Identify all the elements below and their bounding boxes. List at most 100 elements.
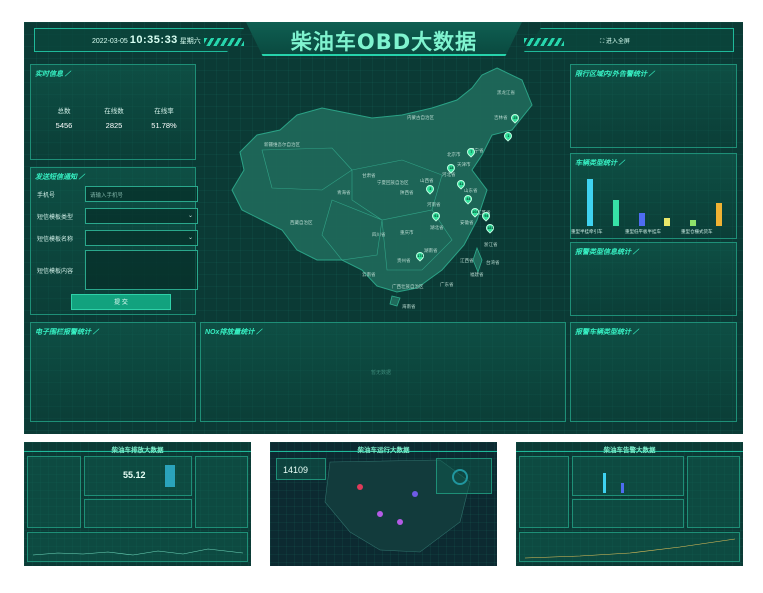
thumb-panel: 55.12 xyxy=(84,456,192,496)
chart-bar xyxy=(638,212,645,226)
panel-title: NOx排放量统计 xyxy=(205,327,261,337)
empty-state-text: 暂无数据 xyxy=(371,370,392,376)
panel-title: 报警车辆类型统计 xyxy=(575,327,638,337)
thumbnail-alarm[interactable]: 柴油车告警大数据 xyxy=(516,442,743,566)
vehicle-types-panel: 车辆类型统计 重型半挂牵引车 重型低平板半挂车 重型仓栅式货车 xyxy=(570,153,737,239)
bar-label: 重型仓栅式货车 xyxy=(681,229,713,234)
map-label: 安徽省 xyxy=(460,220,474,225)
page-title: 柴油车OBD大数据 xyxy=(290,30,478,54)
thumb-panel xyxy=(27,532,248,562)
chart-bar xyxy=(716,203,723,226)
thumb-title: 柴油车排放大数据 xyxy=(111,447,164,454)
map-label: 海南省 xyxy=(402,304,416,309)
date-text: 2022-03-05 xyxy=(92,38,128,45)
map-label: 台湾省 xyxy=(486,260,500,265)
map-label: 贵州省 xyxy=(397,258,411,263)
map-label: 河南省 xyxy=(427,202,441,207)
thumb-panel xyxy=(436,458,492,494)
thumb-line-chart xyxy=(32,548,244,556)
bar-label: 重型半挂牵引车 xyxy=(571,229,603,234)
bar-label: 重型低平板半挂车 xyxy=(625,229,661,234)
alarm-type-info-panel: 报警类型信息统计 xyxy=(570,242,737,316)
map-label: 福建省 xyxy=(470,272,484,277)
map-label: 宁夏回族自治区 xyxy=(377,180,409,185)
map-label: 广西壮族自治区 xyxy=(392,284,424,289)
map-label: 湖南省 xyxy=(424,248,438,253)
template-name-select[interactable]: ⌄ xyxy=(85,230,198,246)
fence-alarm-panel: 电子围栏报警统计 xyxy=(30,322,196,422)
nox-emission-panel: NOx排放量统计 暂无数据 xyxy=(200,322,566,422)
chart-bar xyxy=(586,178,593,226)
map-label: 浙江省 xyxy=(484,242,498,247)
map-label: 云南省 xyxy=(362,272,376,277)
stat-label: 在线数 xyxy=(104,108,124,115)
thumb-panel: 14109 xyxy=(276,458,326,480)
vehicle-bar-chart xyxy=(577,174,732,226)
map-label: 北京市 xyxy=(447,152,461,157)
map-label: 重庆市 xyxy=(400,230,414,235)
chart-bar xyxy=(690,220,697,226)
fullscreen-label: 进入全屏 xyxy=(605,39,630,45)
map-shape xyxy=(231,67,533,307)
thumbnail-operation[interactable]: 柴油车运行大数据 14109 xyxy=(270,442,497,566)
stat-label: 在线率 xyxy=(154,108,174,115)
header-bar: 柴油车OBD大数据 2022-03-05 10:35:33 星期六 ⛶ 进入全屏 xyxy=(24,22,743,58)
map-label: 吉林省 xyxy=(494,115,508,120)
thumb-value: 14109 xyxy=(283,465,309,475)
template-content-textarea[interactable] xyxy=(85,250,198,290)
weekday-text: 星期六 xyxy=(179,38,201,45)
map-label: 河北省 xyxy=(442,172,456,177)
template-name-label: 短信模板名称 xyxy=(37,237,74,243)
map-label: 甘肃省 xyxy=(362,173,376,178)
chevron-down-icon: ⌄ xyxy=(187,235,193,241)
map-label: 江西省 xyxy=(460,258,474,263)
thumb-value: 55.12 xyxy=(123,470,146,480)
panel-title: 车辆类型统计 xyxy=(575,158,624,168)
template-type-select[interactable]: ⌄ xyxy=(85,208,198,224)
realtime-panel: 实时信息 总数 5456 在线数 2825 在线率 51.78% xyxy=(30,64,196,160)
thumbnail-emission[interactable]: 柴油车排放大数据 55.12 xyxy=(24,442,251,566)
china-map: 黑龙江省 吉林省 辽宁省 内蒙古自治区 北京市 天津市 河北省 山西省 新疆维吾… xyxy=(202,60,566,316)
time-text: 10:35:33 xyxy=(129,34,178,46)
panel-title: 发送短信通知 xyxy=(35,172,84,182)
sms-panel: 发送短信通知 手机号 请输入手机号 短信模板类型 ⌄ 短信模板名称 ⌄ 短信模板… xyxy=(30,167,198,315)
map-label: 新疆维吾尔自治区 xyxy=(264,142,300,147)
map-label: 内蒙古自治区 xyxy=(407,115,434,120)
thumb-panel xyxy=(27,456,81,528)
bottle-icon xyxy=(165,465,175,487)
stat-value: 51.78% xyxy=(151,121,177,130)
thumb-panel xyxy=(572,456,684,496)
thumb-title: 柴油车告警大数据 xyxy=(603,447,656,454)
map-label: 青海省 xyxy=(337,190,351,195)
map-label: 四川省 xyxy=(372,232,386,237)
thumb-panel xyxy=(195,456,248,528)
map-label: 天津市 xyxy=(457,162,471,167)
dashboard-main: 柴油车OBD大数据 2022-03-05 10:35:33 星期六 ⛶ 进入全屏… xyxy=(24,22,743,434)
panel-title: 电子围栏报警统计 xyxy=(35,327,98,337)
thumb-panel xyxy=(519,532,740,562)
template-content-label: 短信模板内容 xyxy=(37,269,74,275)
stat-value: 5456 xyxy=(55,121,73,130)
stat-label: 总数 xyxy=(57,108,71,115)
thumb-bar xyxy=(603,473,606,493)
map-label: 西藏自治区 xyxy=(290,220,313,225)
map-label: 黑龙江省 xyxy=(497,90,515,95)
map-label: 山东省 xyxy=(464,188,478,193)
thumb-panel xyxy=(687,456,740,528)
header-decor-stripes xyxy=(204,38,244,46)
fullscreen-button[interactable]: ⛶ 进入全屏 xyxy=(600,36,630,46)
chevron-down-icon: ⌄ xyxy=(187,213,193,219)
header-decor-stripes xyxy=(524,38,564,46)
phone-label: 手机号 xyxy=(37,193,56,199)
submit-button[interactable]: 提 交 xyxy=(71,294,171,310)
map-label: 山西省 xyxy=(420,178,434,183)
map-label: 湖北省 xyxy=(430,225,444,230)
thumb-panel xyxy=(84,499,192,528)
panel-title: 限行区域内/外告警统计 xyxy=(575,69,654,79)
panel-title: 报警类型信息统计 xyxy=(575,247,638,257)
datetime-display: 2022-03-05 10:35:33 星期六 xyxy=(92,34,201,46)
phone-input[interactable]: 请输入手机号 xyxy=(85,186,198,202)
alarm-vehicles-panel: 报警车辆类型统计 xyxy=(570,322,737,422)
thumb-bar xyxy=(621,483,624,493)
region-stats-panel: 限行区域内/外告警统计 xyxy=(570,64,737,148)
